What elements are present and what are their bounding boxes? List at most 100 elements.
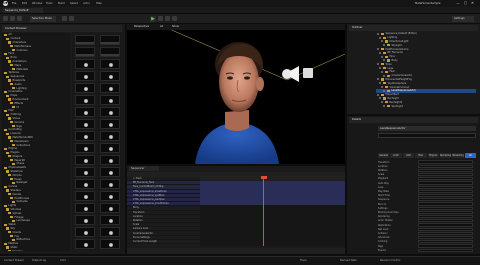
menu-help[interactable]: Help [96,2,102,5]
visibility-eye-icon[interactable] [381,101,383,104]
property-value-field[interactable] [418,231,473,235]
details-header[interactable]: Details [349,117,478,123]
track-list[interactable]: + Track BP_Fernando_Face Face_ControlBoard… [127,177,200,246]
property-value-field[interactable] [418,202,473,206]
asset-tile[interactable] [75,179,95,189]
more-icon[interactable] [172,16,177,21]
asset-tile[interactable] [75,131,95,141]
menu-tools[interactable]: Tools [46,2,52,5]
outliner-tree[interactable]: Sequence_Default (Editor) Lighting Directi… [376,32,476,108]
asset-tile[interactable] [100,119,120,129]
asset-tile[interactable] [100,35,120,45]
asset-tile[interactable] [100,71,120,81]
visibility-eye-icon[interactable] [379,67,381,70]
visibility-eye-icon[interactable] [383,59,385,62]
property-value-field[interactable] [418,227,473,231]
asset-tile[interactable] [100,143,120,153]
visibility-eye-icon[interactable] [377,32,379,35]
asset-tile[interactable] [100,47,120,57]
selected-track-section[interactable] [200,181,345,205]
asset-tile[interactable] [75,227,95,237]
visibility-eye-icon[interactable] [383,74,385,77]
tab-sequencer[interactable]: Sequencer [129,166,159,171]
visibility-eye-icon[interactable] [381,70,383,73]
asset-grid[interactable] [72,33,124,251]
status-item[interactable]: Trace [300,259,307,262]
property-value-field[interactable] [418,164,473,168]
property-value-field[interactable] [418,248,473,252]
lit-button[interactable]: Lit [160,25,163,28]
pause-icon[interactable] [158,16,163,21]
add-actor-icon[interactable] [62,16,67,21]
asset-tile[interactable] [75,155,95,165]
visibility-eye-icon[interactable] [377,63,379,66]
menu-edit[interactable]: Edit [22,2,27,5]
property-value-field[interactable] [418,168,473,172]
asset-tile[interactable] [100,95,120,105]
property-value-field[interactable] [418,236,473,240]
unreal-logo-icon[interactable]: UE [3,1,8,6]
visibility-eye-icon[interactable] [383,44,385,47]
playhead[interactable] [263,177,264,246]
content-browser-header[interactable]: Content Browser [2,25,122,32]
status-item[interactable]: Output Log [32,259,46,262]
property-value-field[interactable] [418,160,473,164]
visibility-eye-icon[interactable] [379,82,381,85]
property-value-field[interactable] [418,219,473,223]
property-value-field[interactable] [418,181,473,185]
menu-file[interactable]: File [12,2,16,5]
asset-tile[interactable] [100,167,120,177]
details-tab[interactable]: LOD [402,153,415,158]
outliner-item[interactable]: SpotLight [376,104,476,108]
status-item[interactable]: Derived Data [340,259,357,262]
asset-tile[interactable] [75,95,95,105]
property-value-field[interactable] [418,177,473,181]
asset-tile[interactable] [100,155,120,165]
details-tab[interactable]: Actor [390,153,402,158]
asset-tile[interactable] [100,239,120,249]
property-value-field[interactable] [418,215,473,219]
status-item[interactable]: Revision Control [380,259,400,262]
transport-controls[interactable] [127,248,345,254]
blueprint-icon[interactable] [17,16,22,21]
stop-icon[interactable] [165,16,170,21]
asset-tile[interactable] [100,203,120,213]
asset-tile[interactable] [75,107,95,117]
property-value-field[interactable] [418,185,473,189]
property-row[interactable]: Events [378,248,476,252]
menu-actor[interactable]: Actor [83,2,90,5]
cinematics-icon[interactable] [69,16,74,21]
visibility-eye-icon[interactable] [377,93,379,96]
outliner-header[interactable]: Outliner [349,25,478,31]
details-search-input[interactable] [378,133,476,138]
playhead-handle[interactable] [260,176,267,179]
status-item[interactable]: Content Drawer [4,259,24,262]
menu-window[interactable]: Window [32,2,42,5]
asset-tile[interactable] [75,47,95,57]
menu-build[interactable]: Build [58,2,65,5]
asset-tile[interactable] [75,191,95,201]
asset-tile[interactable] [75,59,95,69]
asset-tile[interactable] [100,191,120,201]
content-icon[interactable] [10,16,15,21]
visibility-eye-icon[interactable] [377,48,379,51]
asset-tile[interactable] [100,83,120,93]
tab-level[interactable]: Sequence_Default [3,8,43,13]
asset-tile[interactable] [75,203,95,213]
details-actor-name[interactable]: LevelSequenceActor [378,126,476,131]
asset-tile[interactable] [100,179,120,189]
visibility-eye-icon[interactable] [379,36,381,39]
settings-button[interactable]: Settings [452,15,474,22]
show-button[interactable]: Show [172,25,179,28]
track-row[interactable]: Current Focal Length [127,240,200,244]
visibility-eye-icon[interactable] [379,51,381,54]
property-value-field[interactable] [418,189,473,193]
menu-select[interactable]: Select [70,2,78,5]
asset-tile[interactable] [100,215,120,225]
visibility-eye-icon[interactable] [381,40,383,43]
asset-tile[interactable] [75,71,95,81]
asset-tile[interactable] [75,167,95,177]
folder-item[interactable]: Skeletal [2,249,70,251]
property-value-field[interactable] [418,210,473,214]
status-item[interactable]: Cmd [60,259,66,262]
